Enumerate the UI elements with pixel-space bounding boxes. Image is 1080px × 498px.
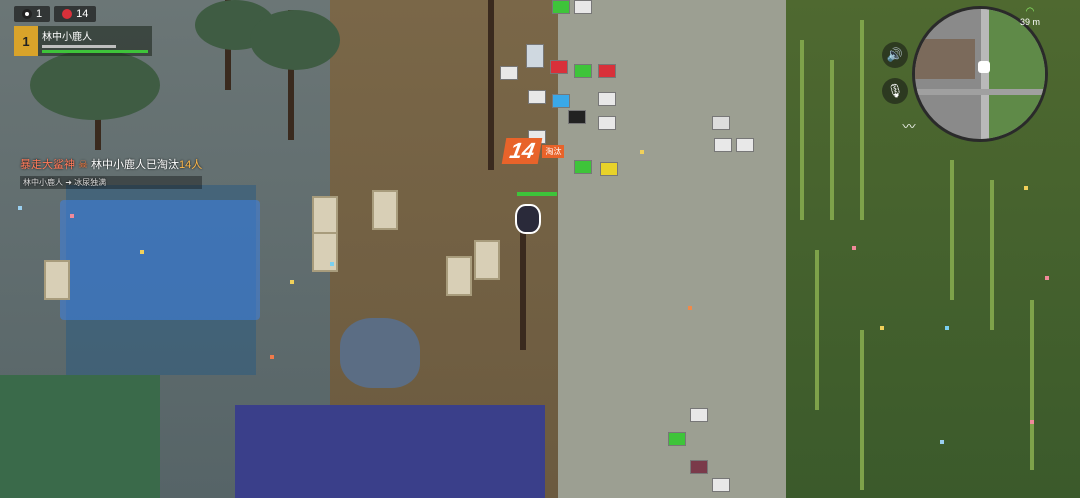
confetti bbox=[70, 214, 74, 218]
armor-bar bbox=[42, 45, 117, 48]
bamboo-stalk bbox=[830, 60, 834, 220]
loot-item[interactable] bbox=[712, 478, 730, 492]
killfeed-message: 已淘汰 bbox=[146, 159, 179, 171]
loot-item[interactable] bbox=[550, 60, 568, 74]
loot-item[interactable] bbox=[552, 94, 570, 108]
water-pool bbox=[60, 200, 260, 320]
network-status: ◠ 39 m bbox=[1020, 6, 1040, 27]
kill-streak-number: 14 bbox=[501, 138, 543, 164]
purple-roof-house bbox=[235, 405, 545, 498]
panda-face-icon bbox=[22, 9, 32, 19]
game-viewport: 1 14 1 林中小鹿人 暴走大鲨神 ☠ 林中小鹿人已淘汰14人 林中小鹿人 ➜… bbox=[0, 0, 1080, 498]
loot-item[interactable] bbox=[526, 44, 544, 68]
arrow-icon: ➜ bbox=[65, 178, 72, 187]
bamboo-stalk bbox=[1030, 300, 1034, 470]
microphone-icon[interactable]: 🎙 bbox=[882, 78, 908, 104]
killfeed-sub: 林中小鹿人 ➜ 冰尿独满 bbox=[20, 176, 203, 189]
kill-count: 14 bbox=[76, 8, 89, 20]
loot-item[interactable] bbox=[712, 116, 730, 130]
killfeed-killer: 暴走大鲨神 bbox=[20, 159, 75, 171]
loot-item[interactable] bbox=[500, 66, 518, 80]
loot-item[interactable] bbox=[598, 92, 616, 106]
killfeed-sub-left: 林中小鹿人 bbox=[23, 178, 63, 187]
confetti bbox=[18, 206, 22, 210]
confetti bbox=[688, 306, 692, 310]
player-name: 林中小鹿人 bbox=[42, 32, 92, 43]
kill-streak-badge: 14 淘汰 bbox=[501, 138, 565, 164]
wooden-crate bbox=[44, 260, 70, 300]
wooden-crate bbox=[446, 256, 472, 296]
loot-item[interactable] bbox=[528, 90, 546, 104]
tree-canopy bbox=[30, 50, 160, 120]
confetti bbox=[1024, 186, 1028, 190]
confetti bbox=[290, 280, 294, 284]
top-status-bar: 1 14 bbox=[14, 6, 97, 22]
confetti bbox=[640, 150, 644, 154]
loot-item[interactable] bbox=[598, 116, 616, 130]
confetti bbox=[140, 250, 144, 254]
minimap-road bbox=[915, 89, 1045, 95]
alive-count: 1 bbox=[36, 8, 43, 20]
confetti bbox=[1030, 420, 1034, 424]
bamboo-stalk bbox=[860, 20, 864, 220]
confetti bbox=[1045, 276, 1049, 280]
kill-counter: 14 bbox=[54, 6, 97, 22]
voice-wave-icon[interactable]: 〰 bbox=[896, 112, 922, 138]
killfeed-victim: 林中小鹿人 bbox=[91, 159, 146, 171]
bamboo-stalk bbox=[800, 40, 804, 220]
loot-item[interactable] bbox=[552, 0, 570, 14]
kill-feed: 暴走大鲨神 ☠ 林中小鹿人已淘汰14人 林中小鹿人 ➜ 冰尿独满 bbox=[20, 156, 203, 189]
loot-item[interactable] bbox=[568, 110, 586, 124]
confetti bbox=[270, 355, 274, 359]
rank-badge: 1 bbox=[14, 26, 38, 56]
speaker-icon[interactable]: 🔊 bbox=[882, 42, 908, 68]
loot-item[interactable] bbox=[574, 160, 592, 174]
confetti bbox=[945, 326, 949, 330]
player-character bbox=[515, 192, 557, 238]
road bbox=[558, 0, 786, 498]
minimap-road bbox=[981, 9, 989, 139]
minimap-player-marker bbox=[978, 61, 990, 73]
boulder bbox=[340, 318, 420, 388]
loot-item[interactable] bbox=[574, 64, 592, 78]
health-bar bbox=[42, 50, 148, 53]
kill-icon: ☠ bbox=[78, 159, 88, 171]
tree-trunk bbox=[488, 0, 494, 170]
minimap-zone bbox=[989, 9, 1045, 139]
wooden-crate bbox=[474, 240, 500, 280]
loot-item[interactable] bbox=[736, 138, 754, 152]
wooden-crate bbox=[312, 232, 338, 272]
bamboo-stalk bbox=[815, 250, 819, 410]
loot-item[interactable] bbox=[690, 408, 708, 422]
confetti bbox=[880, 326, 884, 330]
minimap-zone bbox=[915, 39, 975, 79]
player-health-bar bbox=[517, 192, 557, 196]
confetti bbox=[852, 246, 856, 250]
bamboo-stalk bbox=[860, 330, 864, 490]
loot-item[interactable] bbox=[598, 64, 616, 78]
wifi-icon: ◠ bbox=[1025, 6, 1035, 17]
loot-item[interactable] bbox=[690, 460, 708, 474]
wooden-crate bbox=[372, 190, 398, 230]
distance-readout: 39 m bbox=[1020, 17, 1041, 27]
green-roof-house bbox=[0, 375, 160, 498]
kill-streak-tag: 淘汰 bbox=[542, 144, 565, 158]
killfeed-sub-right: 冰尿独满 bbox=[74, 178, 107, 187]
bamboo-stalk bbox=[990, 180, 994, 330]
loot-item[interactable] bbox=[668, 432, 686, 446]
confetti bbox=[330, 262, 334, 266]
loot-item[interactable] bbox=[714, 138, 732, 152]
wooden-crate bbox=[312, 196, 338, 236]
alive-counter: 1 bbox=[14, 6, 51, 22]
loot-item[interactable] bbox=[574, 0, 592, 14]
loot-item[interactable] bbox=[600, 162, 618, 176]
killfeed-count: 14人 bbox=[179, 159, 203, 171]
player-avatar-icon bbox=[515, 204, 541, 234]
bamboo-stalk bbox=[950, 160, 954, 300]
skull-icon bbox=[62, 9, 73, 19]
confetti bbox=[940, 440, 944, 444]
tree-canopy bbox=[250, 10, 340, 70]
player-card: 1 林中小鹿人 bbox=[14, 26, 152, 56]
